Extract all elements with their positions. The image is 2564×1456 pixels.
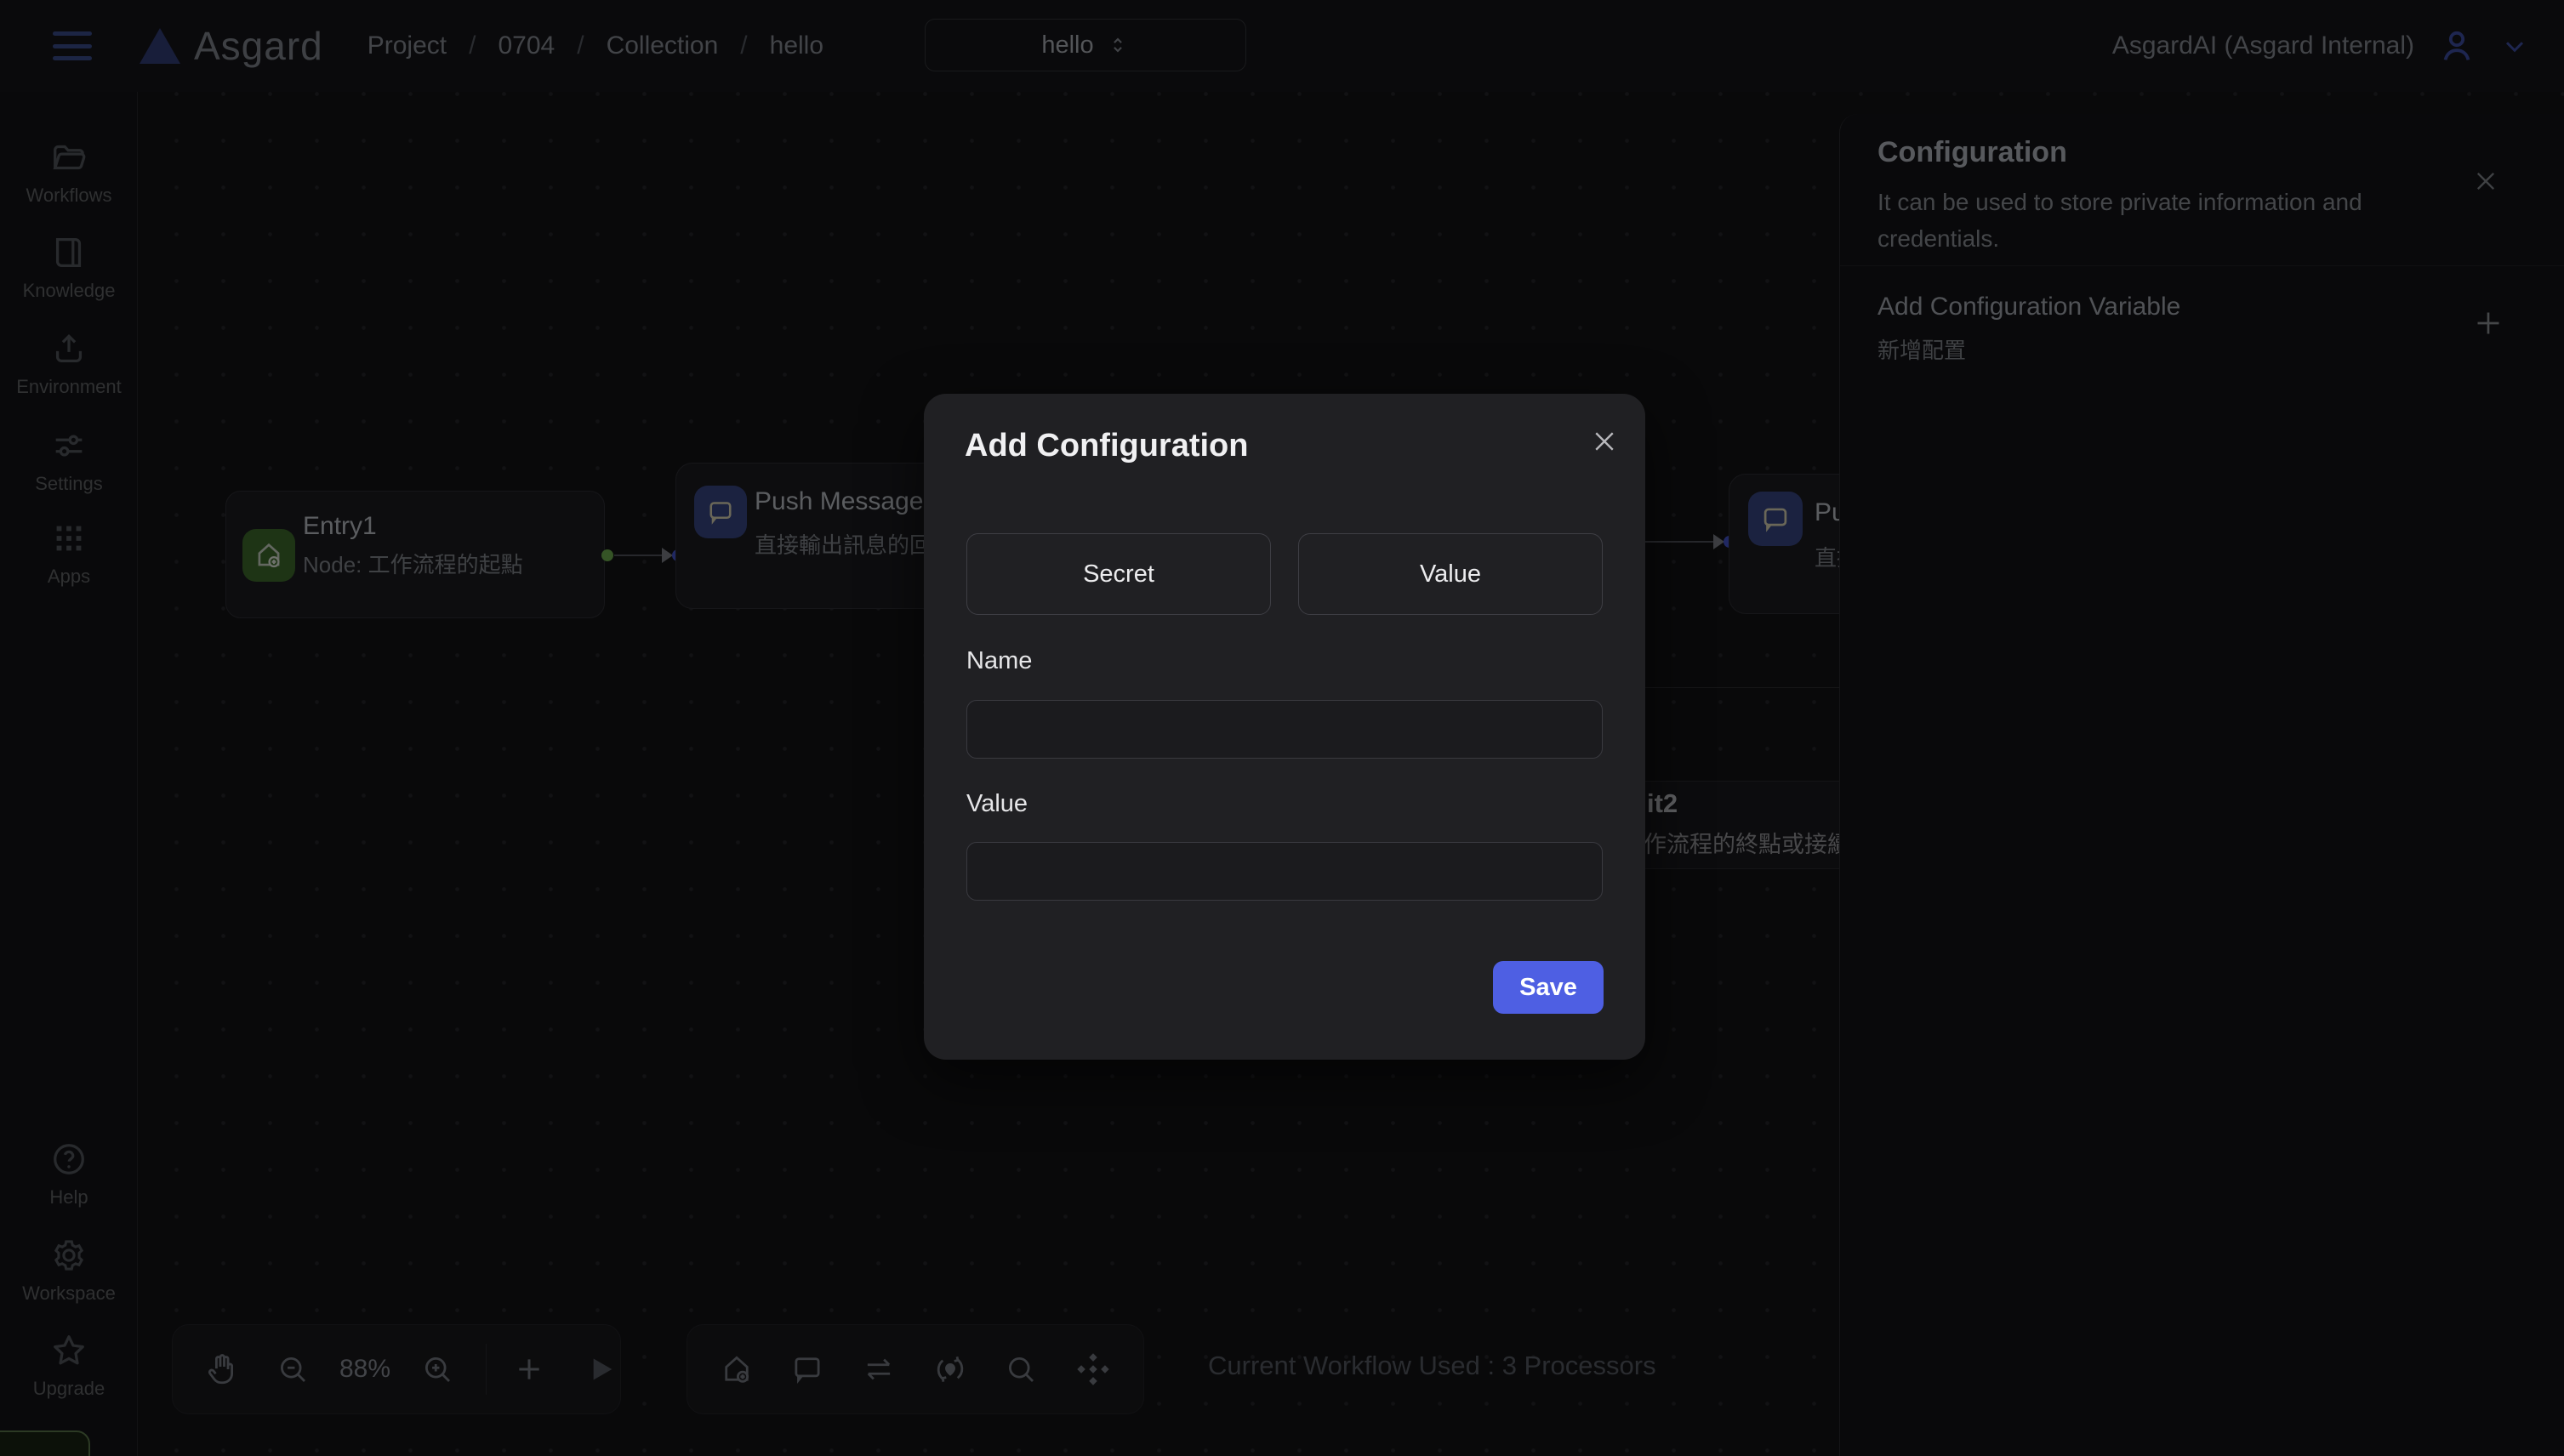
app-root: Asgard Project / 0704 / Collection / hel… <box>0 0 2564 1456</box>
tab-value[interactable]: Value <box>1298 533 1603 615</box>
name-input[interactable] <box>966 700 1603 759</box>
modal-title: Add Configuration <box>965 428 1248 464</box>
name-field-label: Name <box>966 647 1032 675</box>
tab-label: Value <box>1420 560 1481 589</box>
tab-label: Secret <box>1083 560 1154 589</box>
close-icon[interactable] <box>1589 426 1620 457</box>
tab-secret[interactable]: Secret <box>966 533 1271 615</box>
value-field-label: Value <box>966 790 1028 818</box>
save-button[interactable]: Save <box>1493 961 1604 1014</box>
add-configuration-modal: Add Configuration Secret Value Name Valu… <box>924 394 1645 1060</box>
value-input[interactable] <box>966 842 1603 901</box>
